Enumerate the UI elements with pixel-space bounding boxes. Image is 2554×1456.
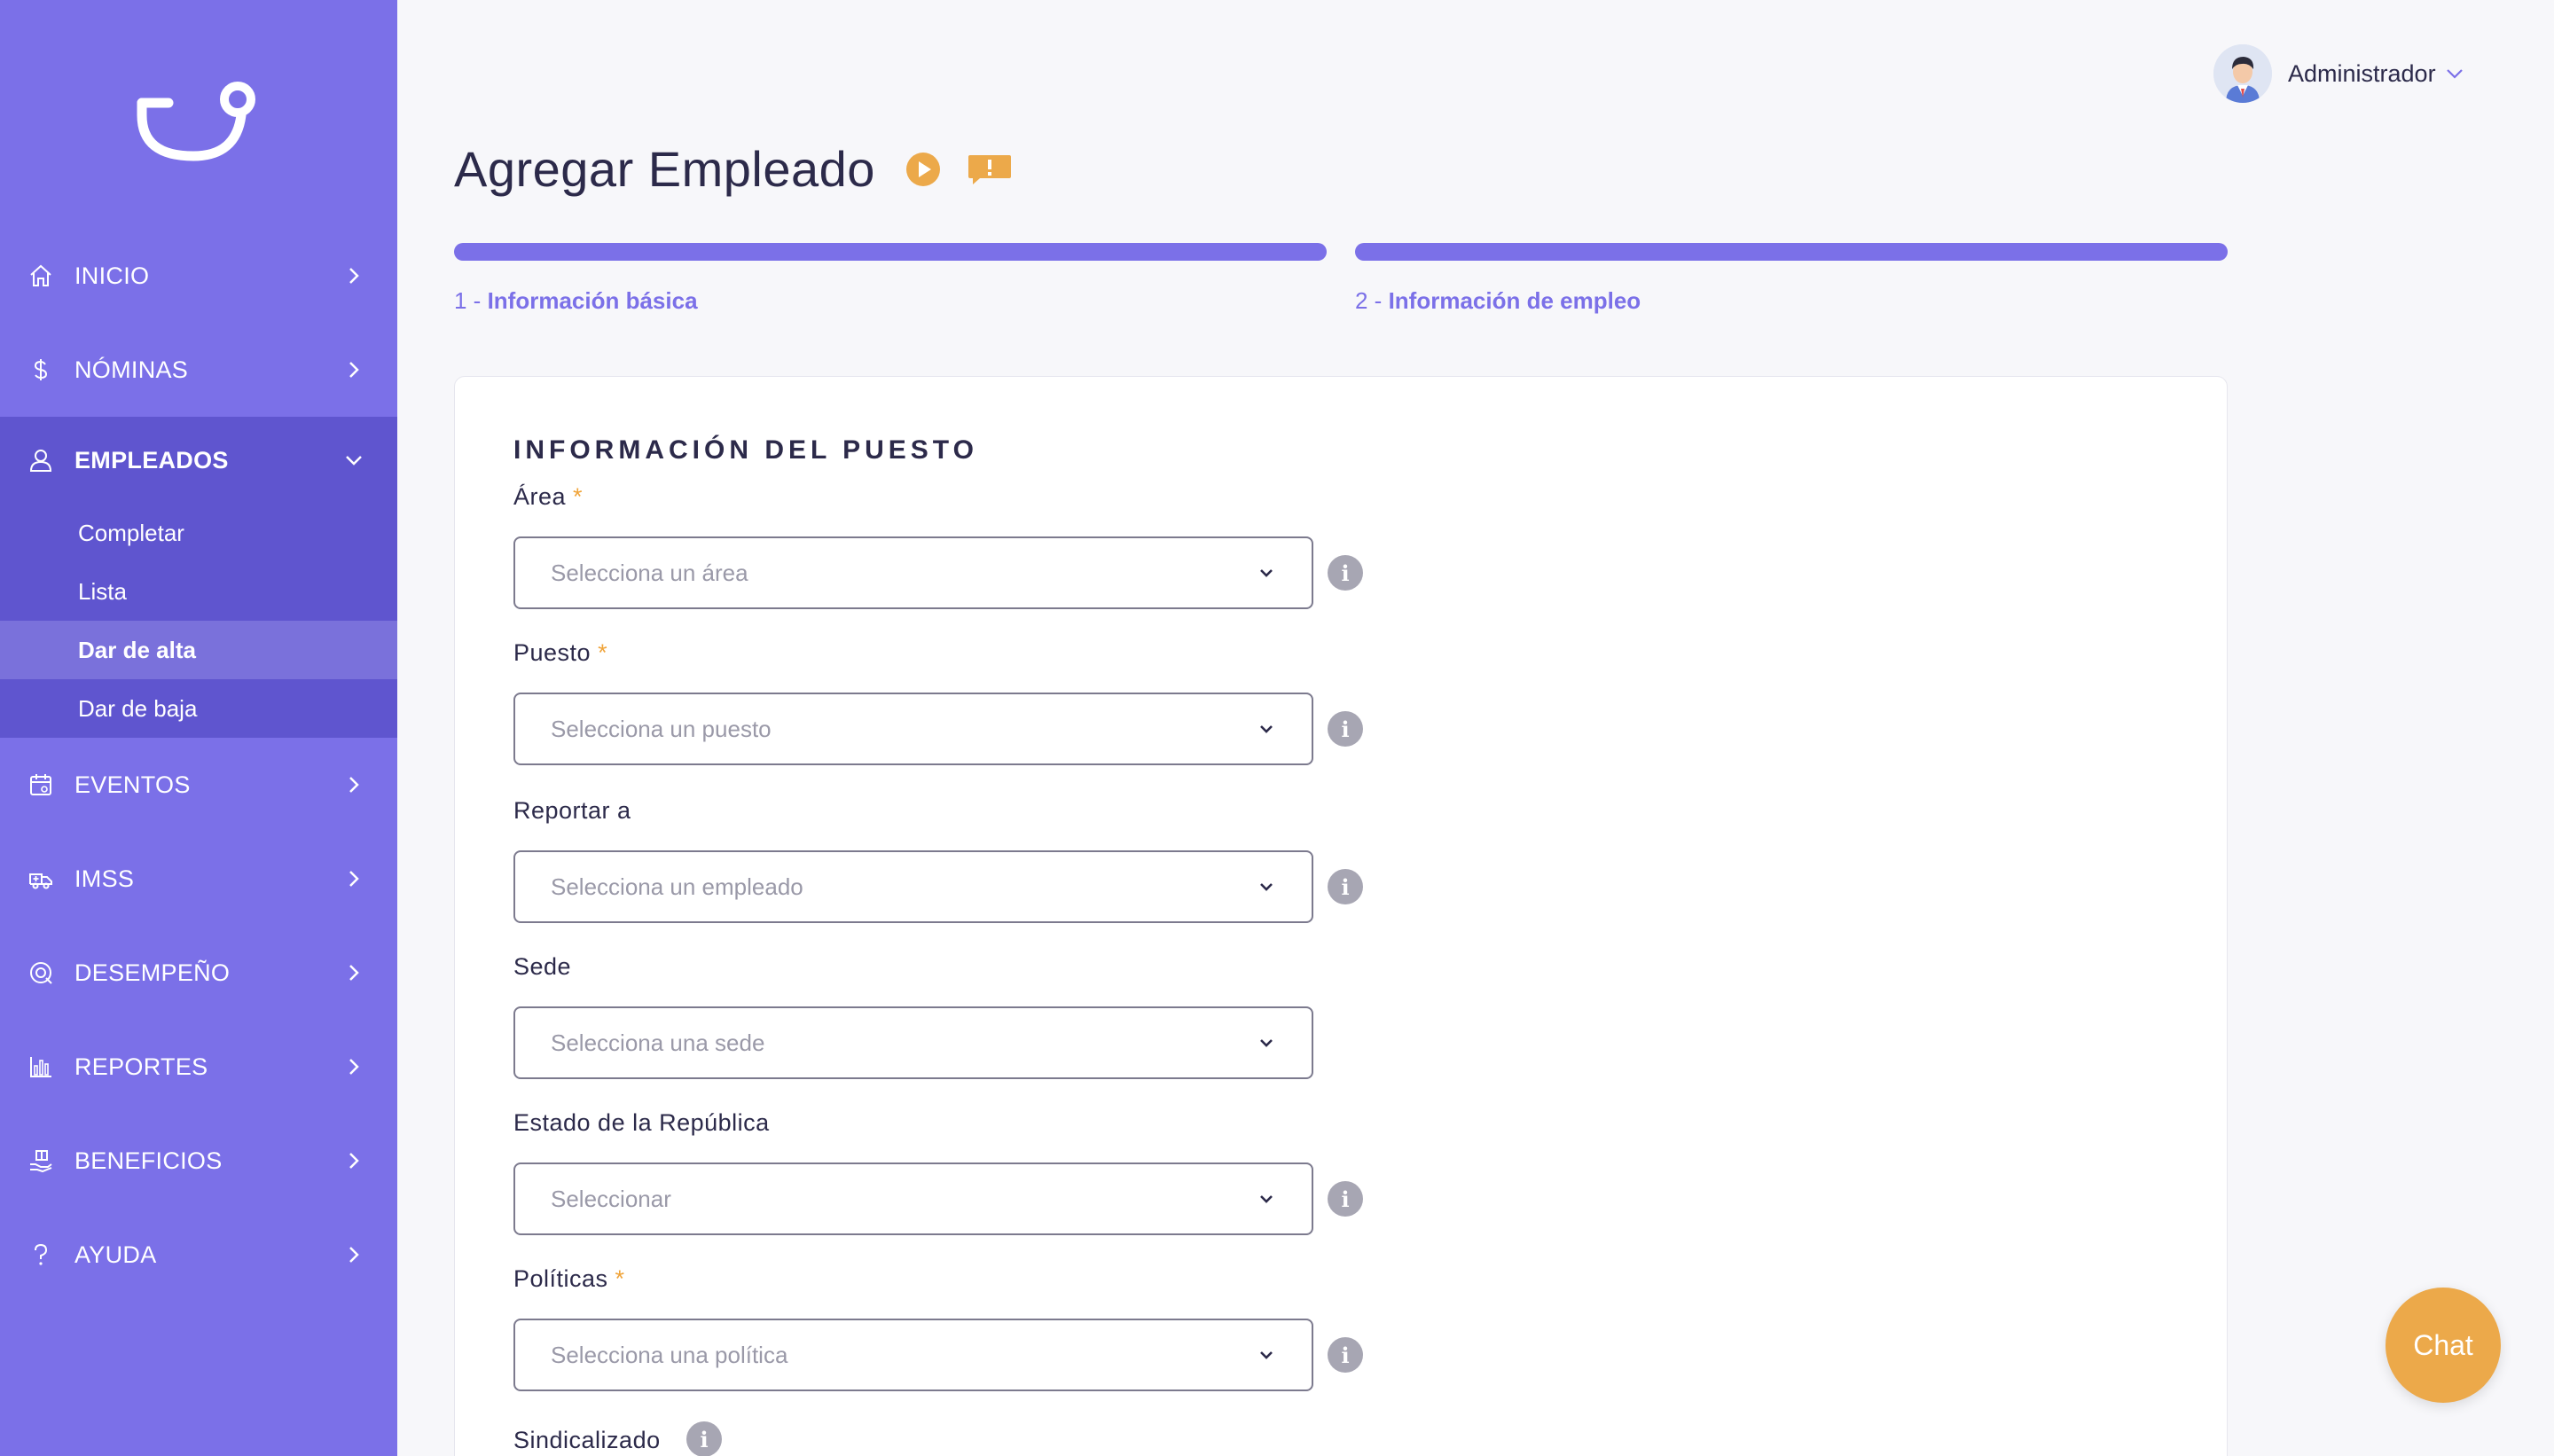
chevron-down-icon (346, 456, 362, 466)
chevron-right-icon (349, 965, 359, 981)
subnav-empleados: Completar Lista Dar de alta Dar de baja (0, 504, 397, 738)
sindicalizado-label: Sindicalizado (513, 1427, 661, 1453)
form-card: INFORMACIÓN DEL PUESTO Área * Selecciona … (454, 376, 2228, 1456)
info-icon[interactable]: i (1328, 1181, 1363, 1217)
chevron-right-icon (349, 871, 359, 887)
step-label: 2 - Información de empleo (1355, 287, 1641, 314)
politicas-label: Políticas * (513, 1265, 625, 1292)
nav-label: EVENTOS (74, 771, 191, 798)
avatar (2213, 44, 2272, 103)
subnav-item-dar-de-baja[interactable]: Dar de baja (0, 679, 397, 738)
title-row: Agregar Empleado (454, 140, 1012, 198)
chevron-right-icon (349, 777, 359, 793)
home-icon (28, 263, 53, 288)
page-title: Agregar Empleado (454, 141, 875, 197)
nav-label: DESEMPEÑO (74, 959, 231, 986)
info-icon[interactable]: i (686, 1421, 722, 1456)
ambulance-icon (28, 866, 53, 891)
chevron-down-icon (1260, 725, 1273, 733)
main-nav: INICIO NÓMINAS EMPLEADOS Completar Lista… (0, 229, 397, 1302)
nav-item-reportes[interactable]: REPORTES (0, 1020, 397, 1114)
info-icon[interactable]: i (1328, 1337, 1363, 1373)
user-menu[interactable]: Administrador (2213, 44, 2464, 103)
info-icon[interactable]: i (1328, 711, 1363, 747)
chevron-down-icon (1260, 1039, 1273, 1047)
estado-select[interactable]: Seleccionar (513, 1162, 1313, 1235)
nav-label: BENEFICIOS (74, 1147, 223, 1174)
user-name: Administrador (2288, 59, 2436, 87)
subnav-item-completar[interactable]: Completar (0, 504, 397, 562)
reportar-a-select[interactable]: Selecciona un empleado (513, 850, 1313, 923)
chevron-right-icon (349, 1247, 359, 1263)
question-icon (28, 1242, 53, 1267)
chevron-right-icon (349, 268, 359, 284)
nav-item-ayuda[interactable]: AYUDA (0, 1208, 397, 1302)
nav-label: IMSS (74, 865, 135, 892)
puesto-select[interactable]: Selecciona un puesto (513, 693, 1313, 765)
area-label: Área * (513, 483, 584, 510)
subnav-item-lista[interactable]: Lista (0, 562, 397, 621)
info-icon[interactable]: i (1328, 869, 1363, 904)
play-video-icon[interactable] (905, 152, 941, 187)
step-progress-bar (1355, 243, 2228, 261)
gift-hand-icon (28, 1148, 53, 1173)
calendar-icon (28, 772, 53, 797)
politicas-select[interactable]: Selecciona una política (513, 1319, 1313, 1391)
estado-label: Estado de la República (513, 1109, 770, 1136)
step-label: 1 - Información básica (454, 287, 698, 314)
chevron-right-icon (349, 362, 359, 378)
step-employment-info[interactable]: 2 - Información de empleo (1355, 243, 2228, 315)
chevron-right-icon (349, 1153, 359, 1169)
user-icon (28, 448, 53, 473)
step-basic-info[interactable]: 1 - Información básica (454, 243, 1327, 315)
nav-item-desempeno[interactable]: DESEMPEÑO (0, 926, 397, 1020)
sidebar: INICIO NÓMINAS EMPLEADOS Completar Lista… (0, 0, 397, 1456)
alert-message-icon[interactable] (968, 153, 1012, 185)
reportar-a-label: Reportar a (513, 797, 631, 824)
chevron-down-icon (1260, 883, 1273, 891)
info-icon[interactable]: i (1328, 555, 1363, 591)
step-progress-bar (454, 243, 1327, 261)
nav-label: NÓMINAS (74, 356, 189, 383)
logo[interactable] (137, 80, 261, 168)
sede-select[interactable]: Selecciona una sede (513, 1006, 1313, 1079)
nav-item-beneficios[interactable]: BENEFICIOS (0, 1114, 397, 1208)
sede-label: Sede (513, 953, 572, 980)
chevron-down-icon (2446, 69, 2463, 79)
chevron-down-icon (1260, 1351, 1273, 1359)
nav-label: AYUDA (74, 1241, 157, 1268)
nav-label: REPORTES (74, 1053, 208, 1080)
subnav-item-dar-de-alta[interactable]: Dar de alta (0, 621, 397, 679)
required-asterisk: * (615, 1265, 625, 1292)
nav-item-inicio[interactable]: INICIO (0, 229, 397, 323)
bar-chart-icon (28, 1054, 53, 1079)
chevron-down-icon (1260, 569, 1273, 577)
section-title: INFORMACIÓN DEL PUESTO (513, 435, 978, 465)
area-select[interactable]: Selecciona un área (513, 536, 1313, 609)
required-asterisk: * (598, 639, 608, 666)
chat-button[interactable]: Chat (2386, 1288, 2501, 1403)
nav-item-empleados[interactable]: EMPLEADOS (0, 417, 397, 504)
nav-item-imss[interactable]: IMSS (0, 832, 397, 926)
nav-item-eventos[interactable]: EVENTOS (0, 738, 397, 832)
chevron-right-icon (349, 1059, 359, 1075)
nav-label: INICIO (74, 262, 150, 289)
required-asterisk: * (573, 483, 584, 510)
target-icon (28, 960, 53, 985)
nav-item-nominas[interactable]: NÓMINAS (0, 323, 397, 417)
nav-label: EMPLEADOS (74, 446, 229, 474)
dollar-icon (28, 357, 53, 382)
puesto-label: Puesto * (513, 639, 608, 666)
chevron-down-icon (1260, 1195, 1273, 1203)
